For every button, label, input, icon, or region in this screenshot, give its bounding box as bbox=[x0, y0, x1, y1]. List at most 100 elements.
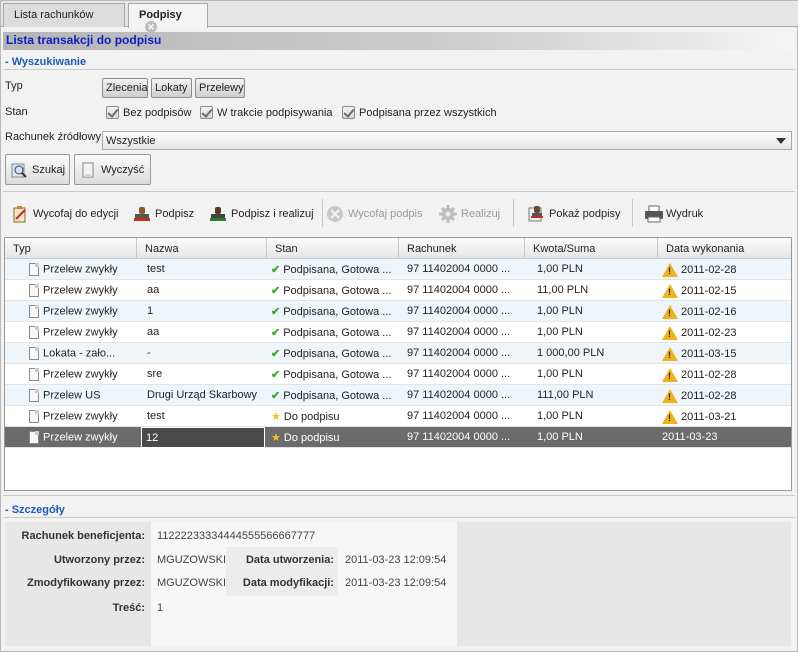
table-row[interactable]: Przelew zwykły aa ✔ Podpisana, Gotowa ...… bbox=[5, 322, 791, 343]
cell-stan: ✔ Podpisana, Gotowa ... bbox=[267, 322, 399, 343]
clear-button[interactable]: Wyczyść bbox=[74, 154, 151, 185]
cell-data: ! 2011-02-23 bbox=[658, 322, 791, 343]
tab-lista-rachunkow[interactable]: Lista rachunków bbox=[3, 3, 125, 27]
print-button[interactable]: Wydruk bbox=[644, 204, 703, 224]
tab-label: Lista rachunków bbox=[14, 9, 94, 21]
warning-icon: ! bbox=[662, 410, 678, 424]
created-by-value: MGUZOWSKI bbox=[157, 554, 227, 566]
cell-stan: ✔ Podpisana, Gotowa ... bbox=[267, 343, 399, 364]
page-title: Lista transakcji do podpisu bbox=[3, 32, 795, 50]
cell-nazwa: test bbox=[147, 410, 165, 422]
cell-text: Podpisana, Gotowa ... bbox=[283, 327, 392, 339]
type-lokaty-button[interactable]: Lokaty bbox=[151, 78, 192, 98]
cell-nazwa: aa bbox=[147, 326, 160, 338]
col-header-rachunek[interactable]: Rachunek bbox=[399, 238, 525, 259]
sign-execute-button[interactable]: Podpisz i realizuj bbox=[209, 204, 314, 224]
chevron-down-icon[interactable] bbox=[776, 138, 786, 144]
check-icon: ✔ bbox=[271, 306, 281, 318]
account-label: Rachunek źródłowy bbox=[5, 131, 101, 143]
withdraw-sign-label: Wycofaj podpis bbox=[348, 208, 423, 220]
cell-text: Przelew zwykły bbox=[43, 368, 118, 381]
action-toolbar: Wycofaj do edycji Podpisz Podpisz i real… bbox=[1, 195, 798, 233]
type-przelewy-button[interactable]: Przelewy bbox=[195, 78, 245, 98]
cell-text: Do podpisu bbox=[283, 411, 340, 423]
withdraw-edit-button[interactable]: Wycofaj do edycji bbox=[11, 204, 119, 224]
checkbox-label: Bez podpisów bbox=[123, 106, 192, 119]
table-row[interactable]: Przelew zwykły test ✔ Podpisana, Gotowa .… bbox=[5, 259, 791, 280]
search-button[interactable]: Szukaj bbox=[5, 154, 70, 185]
checkbox-icon[interactable] bbox=[106, 106, 119, 119]
cell-kwota: 1,00 PLN bbox=[537, 326, 583, 338]
cell-nazwa: Drugi Urząd Skarbowy bbox=[147, 389, 258, 401]
cell-nazwa: aa bbox=[147, 284, 160, 296]
table-row[interactable]: Przelew zwykły test ★ Do podpisu 97 11402… bbox=[5, 406, 791, 427]
gear-icon bbox=[439, 205, 457, 223]
checkbox-label: Podpisana przez wszystkich bbox=[359, 106, 497, 119]
divider bbox=[3, 191, 795, 192]
cell-text: 2011-03-15 bbox=[681, 347, 737, 360]
account-select[interactable]: Wszystkie bbox=[102, 131, 792, 150]
withdraw-sign-button[interactable]: Wycofaj podpis bbox=[326, 204, 423, 224]
magnifier-icon bbox=[10, 161, 28, 179]
cell-kwota: 1,00 PLN bbox=[537, 368, 583, 380]
typ-label: Typ bbox=[5, 80, 23, 92]
table-row-selected[interactable]: Przelew zwykły 12 ★ Do podpisu 97 1140200… bbox=[5, 427, 791, 448]
table-row[interactable]: Przelew US Drugi Urząd Skarbowy ✔ Podpisa… bbox=[5, 385, 791, 406]
cell-typ: Lokata - zało... bbox=[25, 343, 137, 364]
tab-label: Podpisy bbox=[139, 9, 182, 21]
cell-stan: ✔ Podpisana, Gotowa ... bbox=[267, 259, 399, 280]
sign-label: Podpisz bbox=[155, 208, 195, 220]
cell-typ: Przelew zwykły bbox=[25, 364, 137, 385]
cell-typ: Przelew zwykły bbox=[25, 259, 137, 280]
col-header-nazwa[interactable]: Nazwa bbox=[137, 238, 267, 259]
cell-data: ! 2011-02-28 bbox=[658, 259, 791, 280]
toolbar-separator bbox=[632, 199, 633, 227]
col-header-data[interactable]: Data wykonania bbox=[658, 238, 791, 259]
transactions-table[interactable]: Typ Nazwa Stan Rachunek Kwota/Suma Data … bbox=[4, 237, 792, 491]
content-label: Treść: bbox=[112, 602, 145, 614]
modified-date-label: Data modyfikacji: bbox=[242, 577, 334, 589]
table-row[interactable]: Lokata - zało... - ✔ Podpisana, Gotowa ..… bbox=[5, 343, 791, 364]
table-row[interactable]: Przelew zwykły 1 ✔ Podpisana, Gotowa ... … bbox=[5, 301, 791, 322]
cell-kwota: 1,00 PLN bbox=[537, 305, 583, 317]
execute-button[interactable]: Realizuj bbox=[439, 204, 500, 224]
warning-icon: ! bbox=[662, 326, 678, 340]
checkbox-bez-podpisow[interactable]: Bez podpisów bbox=[106, 106, 192, 119]
cell-text: Przelew zwykły bbox=[43, 284, 118, 297]
print-label: Wydruk bbox=[666, 208, 704, 220]
details-section-title[interactable]: - Szczegóły bbox=[5, 504, 65, 516]
checkbox-w-trakcie[interactable]: W trakcie podpisywania bbox=[200, 106, 333, 119]
cancel-icon bbox=[326, 205, 344, 223]
cell-nazwa: - bbox=[147, 347, 151, 359]
cell-nazwa: sre bbox=[147, 368, 163, 380]
cell-text: Podpisana, Gotowa ... bbox=[283, 306, 392, 318]
col-header-typ[interactable]: Typ bbox=[5, 238, 137, 259]
cell-text: Przelew US bbox=[43, 389, 101, 402]
app-window: Lista rachunków Podpisy✕ Lista transakcj… bbox=[0, 0, 798, 652]
cell-rachunek: 97 11402004 0000 ... bbox=[407, 326, 511, 338]
show-signatures-button[interactable]: Pokaż podpisy bbox=[527, 204, 621, 224]
sign-button[interactable]: Podpisz bbox=[133, 204, 194, 224]
signatures-icon bbox=[527, 205, 545, 223]
cell-stan: ★ Do podpisu bbox=[267, 406, 399, 427]
col-header-stan[interactable]: Stan bbox=[267, 238, 399, 259]
table-row[interactable]: Przelew zwykły aa ✔ Podpisana, Gotowa ...… bbox=[5, 280, 791, 301]
cell-data: ! 2011-03-15 bbox=[658, 343, 791, 364]
col-header-kwota[interactable]: Kwota/Suma bbox=[525, 238, 658, 259]
checkbox-icon[interactable] bbox=[342, 106, 355, 119]
checkbox-icon[interactable] bbox=[200, 106, 213, 119]
type-zlecenia-button[interactable]: Zlecenia bbox=[102, 78, 148, 98]
tab-podpisy[interactable]: Podpisy✕ bbox=[128, 3, 208, 34]
checkbox-podpisana[interactable]: Podpisana przez wszystkich bbox=[342, 106, 497, 119]
cell-kwota: 111,00 PLN bbox=[537, 389, 594, 401]
cell-data: ! 2011-03-21 bbox=[658, 406, 791, 427]
document-icon bbox=[29, 431, 39, 444]
search-section-title[interactable]: - Wyszukiwanie bbox=[5, 56, 86, 68]
cell-nazwa[interactable]: 12 bbox=[141, 427, 265, 448]
table-row[interactable]: Przelew zwykły sre ✔ Podpisana, Gotowa ..… bbox=[5, 364, 791, 385]
table-header: Typ Nazwa Stan Rachunek Kwota/Suma Data … bbox=[5, 238, 791, 259]
star-icon: ★ bbox=[271, 432, 281, 444]
cell-text: Podpisana, Gotowa ... bbox=[283, 390, 392, 402]
cell-stan: ✔ Podpisana, Gotowa ... bbox=[267, 385, 399, 406]
account-select-value: Wszystkie bbox=[106, 135, 156, 147]
